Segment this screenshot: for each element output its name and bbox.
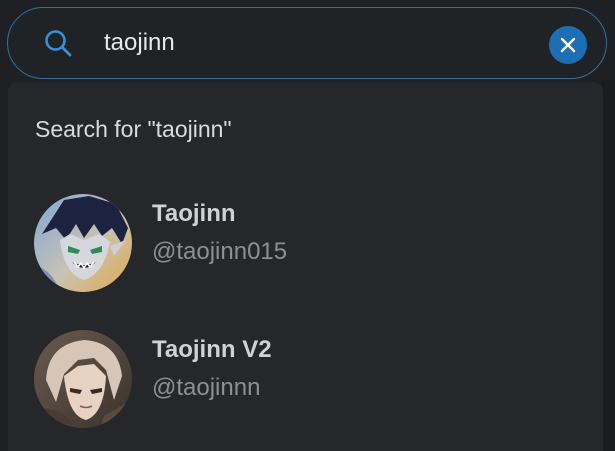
search-input[interactable]: [104, 22, 524, 64]
result-handle: @taojinn015: [152, 238, 288, 265]
result-display-name: Taojinn V2: [152, 336, 272, 363]
avatar: [34, 330, 132, 428]
result-display-name: Taojinn: [152, 200, 236, 227]
page-background-edge: [601, 80, 615, 451]
search-icon: [45, 30, 72, 57]
search-bar[interactable]: [7, 7, 607, 79]
clear-search-button[interactable]: [549, 26, 587, 64]
user-result-item[interactable]: Taojinn V2 @taojinnn: [8, 320, 603, 438]
search-suggestions-dropdown: Search for "taojinn" Taojinn @taojinn015…: [8, 82, 603, 451]
close-icon: [560, 37, 576, 53]
result-handle: @taojinnn: [152, 374, 261, 401]
search-for-query-option[interactable]: Search for "taojinn": [35, 116, 232, 143]
avatar: [34, 194, 132, 292]
avatar-image: [34, 330, 132, 428]
search-screen: Search for "taojinn": [0, 0, 615, 451]
user-result-item[interactable]: Taojinn @taojinn015: [8, 184, 603, 302]
avatar-image: [34, 194, 132, 292]
